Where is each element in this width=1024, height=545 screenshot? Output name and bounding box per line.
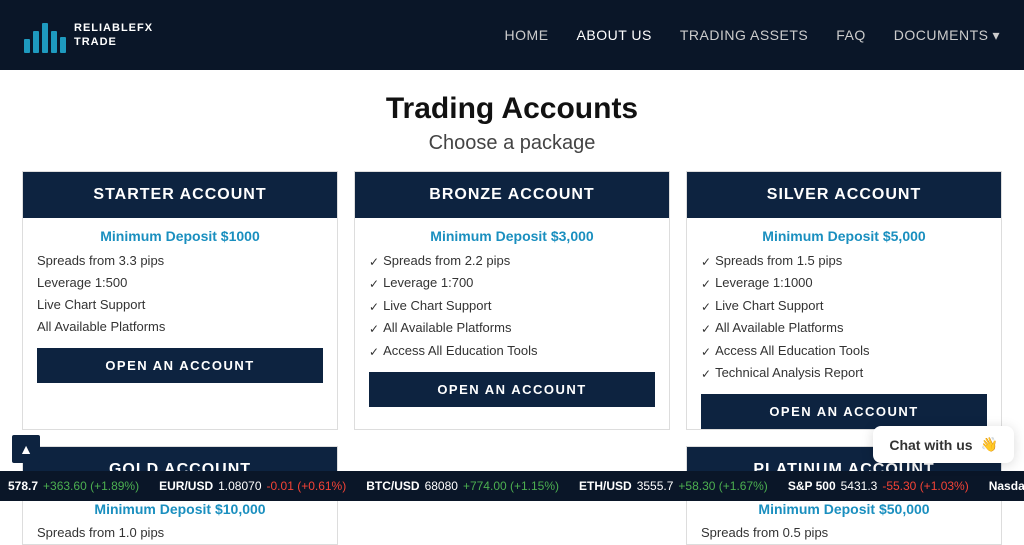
starter-features: Spreads from 3.3 pips Leverage 1:500 Liv… xyxy=(37,250,323,338)
list-item: ✓Access All Education Tools xyxy=(369,340,655,362)
silver-header: SILVER ACCOUNT xyxy=(687,172,1001,218)
chat-emoji: 👋 xyxy=(981,436,998,453)
chat-widget[interactable]: Chat with us 👋 xyxy=(873,426,1014,463)
silver-features: ✓Spreads from 1.5 pips ✓Leverage 1:1000 … xyxy=(701,250,987,384)
bronze-account-card: BRONZE ACCOUNT Minimum Deposit $3,000 ✓S… xyxy=(354,171,670,430)
list-item: Live Chart Support xyxy=(37,294,323,316)
list-item: Spreads from 3.3 pips xyxy=(37,250,323,272)
silver-account-card: SILVER ACCOUNT Minimum Deposit $5,000 ✓S… xyxy=(686,171,1002,430)
starter-min-deposit: Minimum Deposit $1000 xyxy=(37,228,323,244)
ticker-item: S&P 500 5431.3 -55.30 (+1.03%) xyxy=(788,479,969,493)
silver-open-account-button[interactable]: OPEN AN ACCOUNT xyxy=(701,394,987,429)
page-subtitle: Choose a package xyxy=(0,132,1024,155)
navigation: RELIABLEFX TRADE HOME ABOUT US TRADING A… xyxy=(0,0,1024,70)
list-item: ✓All Available Platforms xyxy=(369,317,655,339)
list-item: Leverage 1:500 xyxy=(37,272,323,294)
packages-top-row: STARTER ACCOUNT Minimum Deposit $1000 Sp… xyxy=(22,171,1002,430)
gold-partial-feature: Spreads from 1.0 pips xyxy=(37,523,323,540)
list-item: ✓Spreads from 2.2 pips xyxy=(369,250,655,272)
starter-open-account-button[interactable]: OPEN AN ACCOUNT xyxy=(37,348,323,383)
logo-text: RELIABLEFX TRADE xyxy=(74,21,153,50)
nav-faq[interactable]: FAQ xyxy=(836,27,866,43)
bronze-body: Minimum Deposit $3,000 ✓Spreads from 2.2… xyxy=(355,218,669,407)
platinum-partial-feature: Spreads from 0.5 pips xyxy=(701,523,987,540)
nav-documents[interactable]: DOCUMENTS ▾ xyxy=(894,27,1000,44)
bronze-features: ✓Spreads from 2.2 pips ✓Leverage 1:700 ✓… xyxy=(369,250,655,362)
list-item: ✓All Available Platforms xyxy=(701,317,987,339)
platinum-min-deposit: Minimum Deposit $50,000 xyxy=(701,501,987,517)
ticker-bar: 578.7 +363.60 (+1.89%) EUR/USD 1.08070 -… xyxy=(0,471,1024,501)
nav-about-us[interactable]: ABOUT US xyxy=(577,27,652,43)
nav-trading-assets[interactable]: TRADING ASSETS xyxy=(680,27,808,43)
list-item: ✓Access All Education Tools xyxy=(701,340,987,362)
bronze-header: BRONZE ACCOUNT xyxy=(355,172,669,218)
list-item: All Available Platforms xyxy=(37,316,323,338)
hero-section: Trading Accounts Choose a package xyxy=(0,70,1024,171)
ticker-item: 578.7 +363.60 (+1.89%) xyxy=(8,479,139,493)
chat-label: Chat with us xyxy=(889,437,972,453)
chevron-down-icon: ▾ xyxy=(992,27,1000,44)
logo: RELIABLEFX TRADE xyxy=(24,17,153,53)
ticker-item: EUR/USD 1.08070 -0.01 (+0.61%) xyxy=(159,479,346,493)
ticker-item: ETH/USD 3555.7 +58.30 (+1.67%) xyxy=(579,479,768,493)
bronze-min-deposit: Minimum Deposit $3,000 xyxy=(369,228,655,244)
nav-home[interactable]: HOME xyxy=(505,27,549,43)
list-item: ✓Leverage 1:1000 xyxy=(701,272,987,294)
starter-account-card: STARTER ACCOUNT Minimum Deposit $1000 Sp… xyxy=(22,171,338,430)
page-title: Trading Accounts xyxy=(0,92,1024,126)
list-item: ✓Live Chart Support xyxy=(701,295,987,317)
scroll-up-button[interactable]: ▲ xyxy=(12,435,40,463)
silver-min-deposit: Minimum Deposit $5,000 xyxy=(701,228,987,244)
starter-body: Minimum Deposit $1000 Spreads from 3.3 p… xyxy=(23,218,337,383)
silver-body: Minimum Deposit $5,000 ✓Spreads from 1.5… xyxy=(687,218,1001,429)
nav-links: HOME ABOUT US TRADING ASSETS FAQ DOCUMEN… xyxy=(505,27,1000,44)
list-item: ✓Live Chart Support xyxy=(369,295,655,317)
ticker-item: Nasdaq 10 xyxy=(989,479,1024,493)
list-item: ✓Spreads from 1.5 pips xyxy=(701,250,987,272)
ticker-item: BTC/USD 68080 +774.00 (+1.15%) xyxy=(366,479,559,493)
logo-icon xyxy=(24,17,66,53)
starter-header: STARTER ACCOUNT xyxy=(23,172,337,218)
list-item: ✓Technical Analysis Report xyxy=(701,362,987,384)
gold-min-deposit: Minimum Deposit $10,000 xyxy=(37,501,323,517)
list-item: ✓Leverage 1:700 xyxy=(369,272,655,294)
bronze-open-account-button[interactable]: OPEN AN ACCOUNT xyxy=(369,372,655,407)
